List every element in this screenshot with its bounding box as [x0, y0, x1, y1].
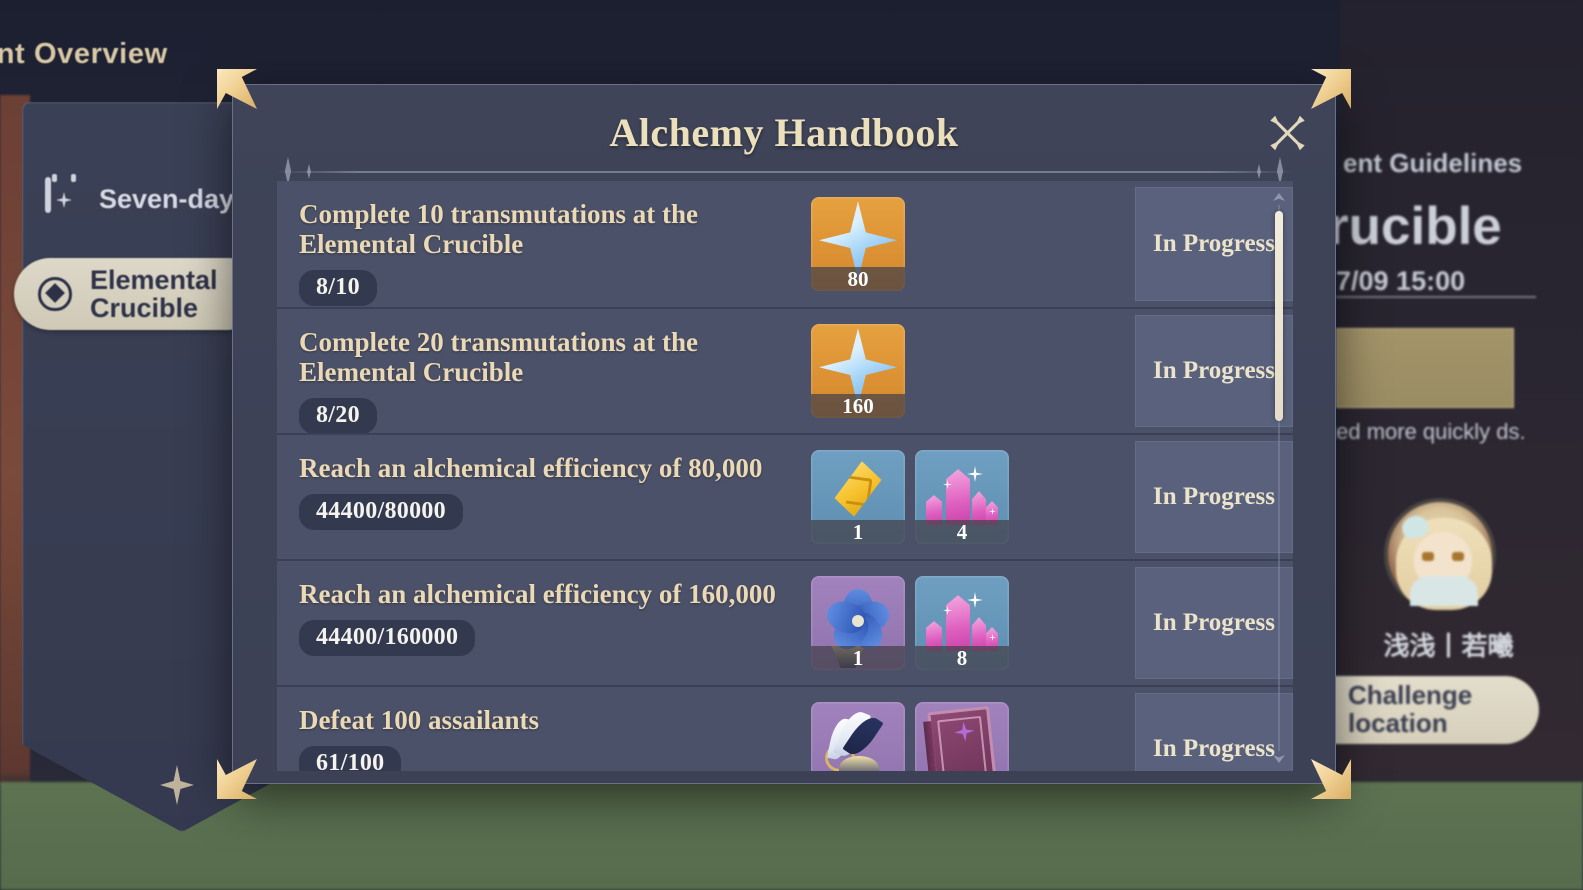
reward-item[interactable]: 8	[915, 576, 1009, 670]
reward-cell: 160	[805, 309, 1075, 433]
task-description-cell: Reach an alchemical efficiency of 80,000…	[277, 435, 805, 559]
reward-cell: 18	[805, 561, 1075, 685]
status-badge: In Progress	[1135, 315, 1293, 427]
task-text: Complete 10 transmutations at the Elemen…	[299, 199, 698, 260]
reward-quantity: 8	[915, 646, 1009, 670]
reward-quantity: 160	[811, 394, 905, 418]
guidelines-label: ent Guidelines	[1343, 148, 1523, 178]
status-badge: In Progress	[1135, 693, 1293, 771]
progress-badge: 44400/80000	[299, 494, 463, 531]
sidebar-item-elemental-crucible[interactable]: Elemental Crucible	[14, 258, 264, 330]
table-row: Reach an alchemical efficiency of 160,00…	[277, 559, 1293, 685]
reward-item[interactable]: 1	[811, 576, 905, 670]
character-name: 浅浅丨若曦	[1383, 631, 1514, 661]
crucible-icon	[36, 275, 74, 313]
avatar	[1384, 498, 1496, 610]
task-text: Reach an alchemical efficiency of 160,00…	[299, 579, 776, 609]
table-row: Reach an alchemical efficiency of 80,000…	[277, 433, 1293, 559]
dialog-title: Alchemy Handbook	[609, 110, 959, 155]
event-description: ted more quickly ds.	[1330, 419, 1526, 444]
task-description-cell: Complete 20 transmutations at the Elemen…	[277, 309, 805, 435]
task-description-cell: Defeat 100 assailants 61/100	[277, 687, 805, 771]
task-description-cell: Reach an alchemical efficiency of 160,00…	[277, 561, 805, 685]
scrollbar-thumb[interactable]	[1275, 211, 1283, 421]
sidebar-item-label: Seven-day	[99, 183, 235, 214]
status-badge: In Progress	[1135, 567, 1293, 679]
chevron-down-icon[interactable]	[1273, 755, 1285, 763]
talent-book-icon	[915, 702, 1009, 771]
close-icon[interactable]	[1267, 113, 1307, 153]
event-name: rucible	[1328, 197, 1502, 256]
progress-badge: 8/20	[299, 398, 377, 435]
table-row: Complete 10 transmutations at the Elemen…	[277, 181, 1293, 307]
progress-badge: 61/100	[299, 746, 402, 771]
event-banner-image	[1336, 328, 1514, 408]
chevron-up-icon[interactable]	[1273, 193, 1285, 201]
status-badge: In Progress	[1135, 187, 1293, 301]
reward-quantity: 1	[811, 520, 905, 544]
reward-item[interactable]: 160	[811, 324, 905, 418]
task-description-cell: Complete 10 transmutations at the Elemen…	[277, 181, 805, 307]
status-cell: In Progress	[1075, 309, 1293, 433]
reward-quantity: 80	[811, 267, 905, 291]
task-text: Reach an alchemical efficiency of 80,000	[299, 453, 763, 483]
progress-badge: 44400/160000	[299, 620, 476, 657]
reward-item[interactable]: 1	[811, 450, 905, 544]
table-row: Defeat 100 assailants 61/100 In Progress	[277, 685, 1293, 771]
status-badge: In Progress	[1135, 441, 1293, 553]
task-text: Defeat 100 assailants	[299, 705, 539, 735]
event-time: 7/09 15:00	[1336, 266, 1466, 296]
table-row: Complete 20 transmutations at the Elemen…	[277, 307, 1293, 435]
progress-badge: 8/10	[299, 270, 377, 307]
header-divider	[277, 171, 1293, 173]
reward-quantity: 1	[811, 646, 905, 670]
reward-item[interactable]	[811, 702, 905, 771]
reward-item[interactable]	[915, 702, 1009, 771]
reward-cell: 80	[805, 181, 1075, 307]
divider	[1336, 296, 1536, 298]
page-title: ent Overview	[0, 38, 168, 70]
status-cell: In Progress	[1075, 687, 1293, 771]
calendar-icon	[45, 177, 83, 218]
alchemy-handbook-dialog: Alchemy Handbook Complete 10 transmutati…	[217, 69, 1351, 799]
status-cell: In Progress	[1075, 435, 1293, 559]
reward-item[interactable]: 80	[811, 197, 905, 291]
scrollbar[interactable]	[1271, 193, 1287, 763]
challenge-location-button[interactable]: Challenge location	[1334, 676, 1539, 744]
plume-icon	[811, 702, 905, 771]
status-cell: In Progress	[1075, 181, 1293, 307]
task-text: Complete 20 transmutations at the Elemen…	[299, 327, 698, 388]
event-info-panel: ent Guidelines rucible 7/09 15:00 ted mo…	[1328, 0, 1583, 790]
reward-item[interactable]: 4	[915, 450, 1009, 544]
task-list: Complete 10 transmutations at the Elemen…	[277, 181, 1293, 771]
reward-quantity: 4	[915, 520, 1009, 544]
reward-cell	[805, 687, 1075, 771]
status-cell: In Progress	[1075, 561, 1293, 685]
reward-cell: 14	[805, 435, 1075, 559]
